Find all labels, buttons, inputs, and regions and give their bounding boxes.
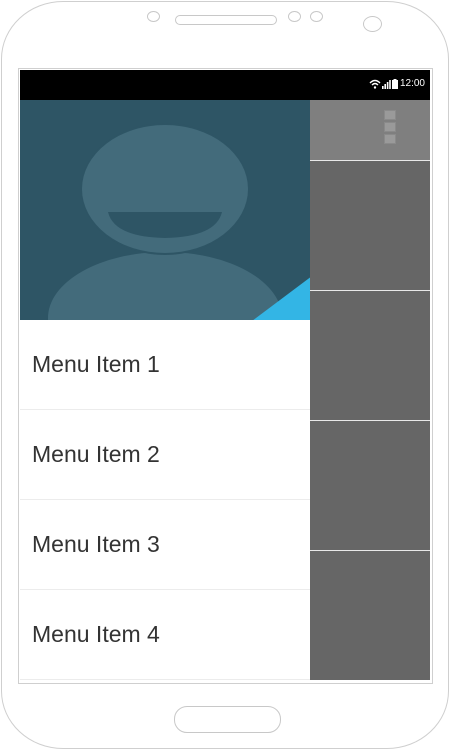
battery-icon (391, 78, 398, 89)
menu-item-label: Menu Item 1 (32, 351, 160, 377)
status-bar: 12:00 (20, 70, 430, 100)
menu-item-label: Menu Item 3 (32, 531, 160, 557)
menu-item-label: Menu Item 4 (32, 621, 160, 647)
front-camera (288, 11, 301, 22)
menu-item-1[interactable]: Menu Item 1 (20, 320, 310, 410)
menu-item-3[interactable]: Menu Item 3 (20, 500, 310, 590)
menu-item-2[interactable]: Menu Item 2 (20, 410, 310, 500)
earpiece-speaker (175, 15, 277, 25)
home-button[interactable] (174, 706, 281, 733)
proximity-sensor (310, 11, 323, 22)
header-accent-triangle (253, 277, 310, 320)
wifi-icon (369, 79, 381, 89)
status-icons: 12:00 (369, 78, 425, 89)
overflow-menu-icon[interactable] (384, 110, 398, 150)
front-sensor (147, 11, 160, 22)
status-time: 12:00 (399, 78, 425, 89)
app-screen: Menu Item 1 Menu Item 2 Menu Item 3 Menu… (20, 100, 430, 680)
drawer-header (20, 100, 310, 320)
menu-item-4[interactable]: Menu Item 4 (20, 590, 310, 680)
navigation-drawer: Menu Item 1 Menu Item 2 Menu Item 3 Menu… (20, 100, 310, 680)
light-sensor (363, 16, 382, 32)
signal-icon (381, 79, 391, 89)
menu-item-label: Menu Item 2 (32, 441, 160, 467)
